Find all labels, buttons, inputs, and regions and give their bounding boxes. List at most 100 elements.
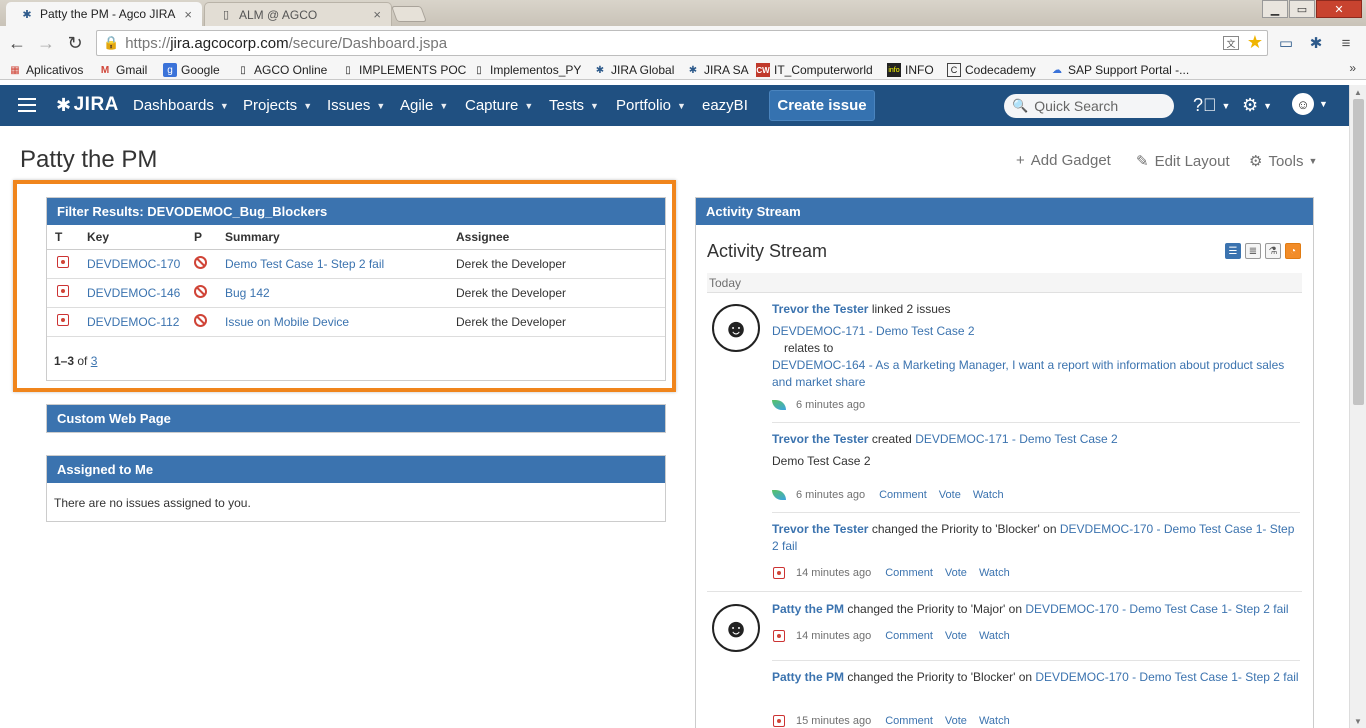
issue-link[interactable]: DEVDEMOC-170 - Demo Test Case 1- Step 2 … (1035, 670, 1298, 684)
bookmark-item[interactable]: info INFO (887, 62, 934, 78)
issue-summary-link[interactable]: Issue on Mobile Device (225, 315, 349, 329)
tab-close-icon[interactable]: × (184, 7, 192, 22)
address-bar[interactable]: 🔒 https://jira.agcocorp.com/secure/Dashb… (96, 30, 1268, 56)
scrollbar-thumb[interactable] (1353, 99, 1364, 405)
back-arrow-icon[interactable]: ← (6, 32, 28, 54)
window-minimize-button[interactable]: ▁ (1262, 0, 1288, 18)
pager-total-link[interactable]: 3 (91, 354, 98, 368)
nav-portfolio[interactable]: Portfolio ▼ (616, 97, 686, 114)
column-header-key[interactable]: Key (77, 225, 186, 250)
vote-link[interactable]: Vote (945, 567, 967, 579)
filter-icon[interactable]: ⚗ (1265, 243, 1281, 259)
activity-meta: 6 minutes ago (772, 398, 865, 412)
new-tab-button[interactable] (391, 6, 427, 22)
gadget-title[interactable]: Activity Stream (696, 198, 1313, 225)
browser-tab-active[interactable]: ✱ Patty the PM - Agco JIRA × (6, 2, 202, 26)
gadget-title[interactable]: Assigned to Me (47, 456, 665, 483)
bookmark-item[interactable]: ▯ AGCO Online (236, 62, 327, 78)
watch-link[interactable]: Watch (979, 715, 1010, 727)
user-link[interactable]: Trevor the Tester (772, 302, 868, 316)
chrome-menu-icon[interactable]: ≡ (1336, 33, 1356, 53)
issue-key-link[interactable]: DEVDEMOC-112 (87, 315, 179, 329)
avatar[interactable]: ☻ (712, 604, 760, 652)
forward-arrow-icon[interactable]: → (35, 32, 57, 54)
blocker-priority-icon (194, 313, 207, 327)
vote-link[interactable]: Vote (945, 715, 967, 727)
scroll-down-icon[interactable]: ▼ (1354, 717, 1362, 726)
issue-link[interactable]: DEVDEMOC-170 - Demo Test Case 1- Step 2 … (1025, 602, 1288, 616)
nav-dashboards[interactable]: Dashboards ▼ (133, 97, 229, 114)
vote-link[interactable]: Vote (939, 489, 961, 501)
list-view-icon[interactable]: ≣ (1245, 243, 1261, 259)
issue-summary-link[interactable]: Bug 142 (225, 286, 270, 300)
window-close-button[interactable]: ✕ (1316, 0, 1362, 18)
column-header-priority[interactable]: P (186, 225, 217, 250)
comment-link[interactable]: Comment (885, 567, 933, 579)
jira-logo[interactable]: ✱ JIRA (56, 94, 119, 116)
watch-link[interactable]: Watch (979, 630, 1010, 642)
filter-results-table: T Key P Summary Assignee DEVDEMOC-170 De… (47, 225, 665, 337)
avatar[interactable]: ☻ (712, 304, 760, 352)
create-issue-button[interactable]: Create issue (769, 90, 875, 121)
edit-layout-button[interactable]: ✎ Edit Layout (1136, 152, 1230, 171)
nav-eazybi[interactable]: eazyBI (702, 97, 748, 114)
rss-feed-icon[interactable]: ◔ (1285, 243, 1301, 259)
bookmark-item[interactable]: ✱ JIRA Global (593, 62, 675, 78)
full-view-icon[interactable]: ☰ (1225, 243, 1241, 259)
gadget-title[interactable]: Custom Web Page (47, 405, 665, 432)
bookmark-item[interactable]: ✱ JIRA SA (686, 62, 749, 78)
bookmark-label: Google (181, 63, 220, 77)
scroll-up-icon[interactable]: ▲ (1354, 88, 1362, 97)
app-switcher-icon[interactable] (18, 98, 36, 112)
nav-agile[interactable]: Agile ▼ (400, 97, 448, 114)
admin-menu-button[interactable]: ⚙ ▼ (1242, 95, 1272, 116)
vote-link[interactable]: Vote (945, 630, 967, 642)
nav-tests[interactable]: Tests ▼ (549, 97, 599, 114)
tools-menu-button[interactable]: ⚙ Tools ▼ (1249, 152, 1317, 171)
user-menu-button[interactable]: ☺ ▼ (1292, 93, 1328, 115)
watch-link[interactable]: Watch (979, 567, 1010, 579)
nav-projects[interactable]: Projects ▼ (243, 97, 312, 114)
gadget-title[interactable]: Filter Results: DEVODEMOC_Bug_Blockers (47, 198, 665, 225)
user-link[interactable]: Patty the PM (772, 602, 844, 616)
bookmarks-overflow-button[interactable]: » (1349, 61, 1356, 75)
bookmark-item[interactable]: g Google (163, 62, 220, 78)
bookmark-item[interactable]: ▦ Aplicativos (8, 62, 83, 78)
bookmark-item[interactable]: CW IT_Computerworld (756, 62, 873, 78)
issue-summary-link[interactable]: Demo Test Case 1- Step 2 fail (225, 257, 384, 271)
jira-extension-icon[interactable]: ✱ (1306, 33, 1326, 53)
user-link[interactable]: Trevor the Tester (772, 432, 868, 446)
window-maximize-button[interactable]: ▭ (1289, 0, 1315, 18)
comment-link[interactable]: Comment (879, 489, 927, 501)
tab-close-icon[interactable]: × (373, 7, 381, 22)
add-gadget-button[interactable]: + Add Gadget (1016, 152, 1111, 169)
issue-link[interactable]: DEVDEMOC-171 - Demo Test Case 2 (915, 432, 1118, 446)
column-header-type[interactable]: T (47, 225, 77, 250)
bookmark-item[interactable]: ▯ IMPLEMENTS POC (341, 62, 466, 78)
watch-link[interactable]: Watch (973, 489, 1004, 501)
user-link[interactable]: Trevor the Tester (772, 522, 868, 536)
issue-link[interactable]: DEVDEMOC-164 - As a Marketing Manager, I… (772, 358, 1284, 389)
cast-icon[interactable]: ▭ (1276, 33, 1296, 53)
bookmark-item[interactable]: M Gmail (98, 62, 148, 78)
column-header-summary[interactable]: Summary (217, 225, 448, 250)
bookmark-item[interactable]: C Codecademy (947, 62, 1036, 78)
reload-icon[interactable]: ↻ (64, 32, 86, 54)
bookmark-star-icon[interactable]: ★ (1247, 32, 1263, 53)
nav-capture[interactable]: Capture ▼ (465, 97, 533, 114)
page-scrollbar[interactable]: ▲ ▼ (1349, 85, 1366, 728)
browser-tab-alm[interactable]: ▯ ALM @ AGCO × (204, 2, 392, 26)
issue-key-link[interactable]: DEVDEMOC-170 (87, 257, 180, 271)
comment-link[interactable]: Comment (885, 715, 933, 727)
bookmark-item[interactable]: ▯ Implementos_PY (472, 62, 581, 78)
comment-link[interactable]: Comment (885, 630, 933, 642)
column-header-assignee[interactable]: Assignee (448, 225, 665, 250)
user-link[interactable]: Patty the PM (772, 670, 844, 684)
translate-icon[interactable]: 文 (1223, 36, 1239, 50)
nav-issues[interactable]: Issues ▼ (327, 97, 385, 114)
issue-key-link[interactable]: DEVDEMOC-146 (87, 286, 180, 300)
bookmark-item[interactable]: ☁ SAP Support Portal -... (1050, 62, 1189, 78)
quick-search-input[interactable]: 🔍 Quick Search (1004, 94, 1174, 118)
help-menu-button[interactable]: ?⃝ ▼ (1193, 95, 1230, 116)
issue-link[interactable]: DEVDEMOC-171 - Demo Test Case 2 (772, 324, 975, 338)
